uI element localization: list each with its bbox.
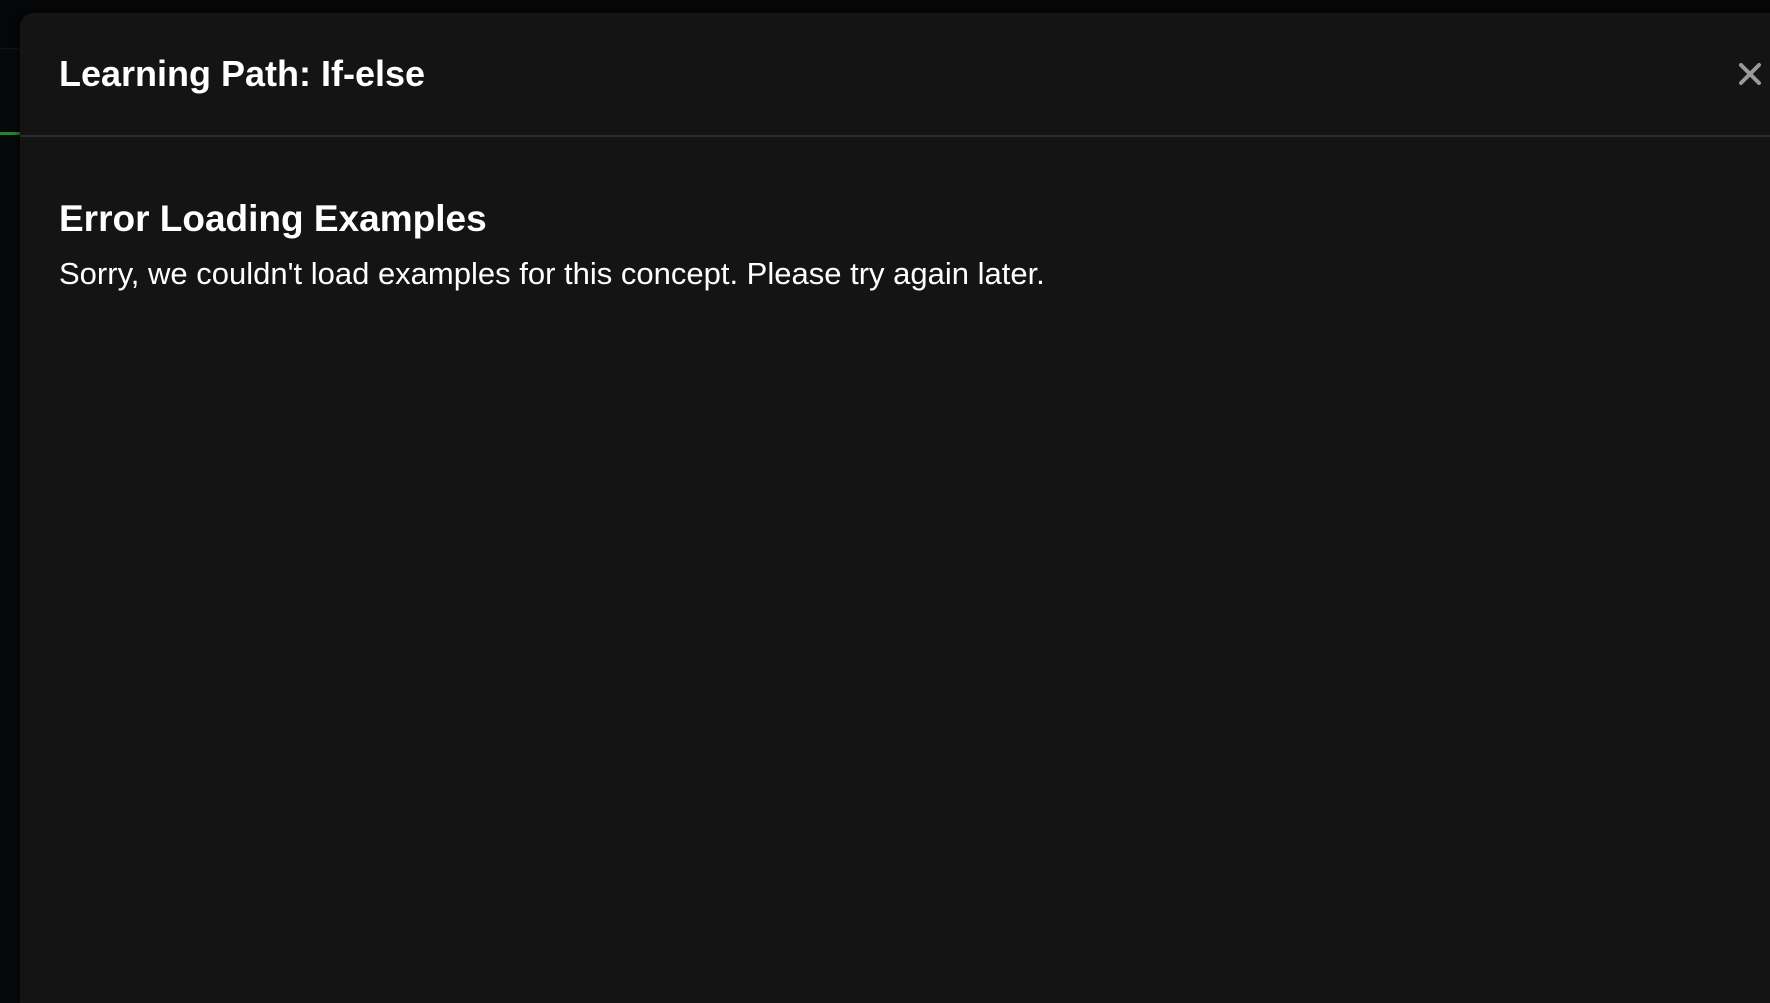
learning-path-modal: Learning Path: If-else Error Loading Exa… xyxy=(20,13,1770,1003)
modal-body: Error Loading Examples Sorry, we couldn'… xyxy=(20,137,1770,1003)
modal-header: Learning Path: If-else xyxy=(20,13,1770,137)
error-message: Sorry, we couldn't load examples for thi… xyxy=(59,256,1045,291)
background-active-indicator xyxy=(0,132,22,135)
close-button[interactable] xyxy=(1732,57,1768,93)
close-icon xyxy=(1738,62,1762,89)
modal-title: Learning Path: If-else xyxy=(59,53,426,94)
error-title: Error Loading Examples xyxy=(59,198,487,239)
